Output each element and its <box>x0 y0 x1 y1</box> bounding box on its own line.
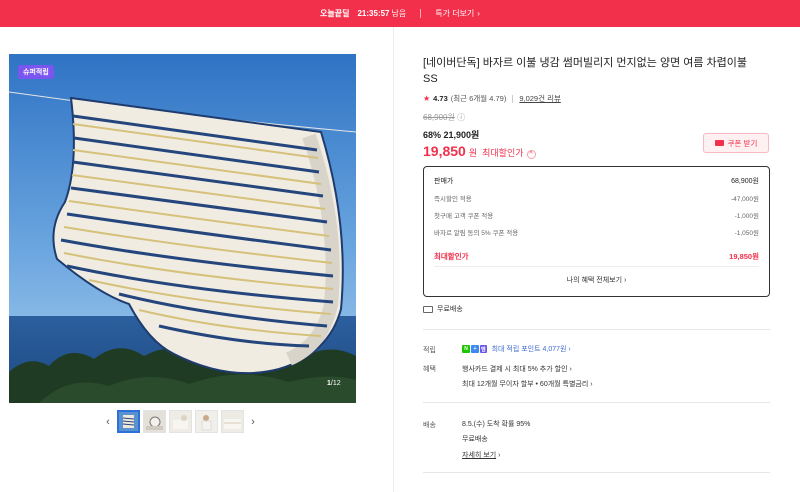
rating-score: 4.73 <box>433 94 448 103</box>
final-price-row[interactable]: 19,850 원 최대할인가 ^ <box>423 143 536 159</box>
price-row-value: -47,000원 <box>730 195 759 203</box>
max-discount-row: 최대할인가 19,850원 <box>434 246 759 266</box>
free-shipping-label: 무료배송 <box>437 306 463 313</box>
points-row[interactable]: N + 멤 최대 적립 포인트 4,077원 › <box>462 344 571 354</box>
card-benefit-link[interactable]: 행사카드 결제 시 최대 5% 추가 할인 › <box>462 364 572 374</box>
delivery-label: 배송 <box>423 422 436 429</box>
price-row-value: -1,000원 <box>734 212 759 220</box>
chevron-right-icon: › <box>590 381 593 388</box>
price-row: 첫구매 고객 쿠폰 적용 -1,000원 <box>434 206 759 223</box>
rating-recent: (최근 6개월 4.79) <box>450 94 507 103</box>
thumbnail-3[interactable] <box>169 410 192 433</box>
product-title: [네이버단독] 바자르 이불 냉감 썸머빌리지 먼지없는 양면 여름 차렵이불 … <box>423 57 748 85</box>
delivery-more-label: 자세히 보기 <box>462 452 497 459</box>
delivery-more-link[interactable]: 자세히 보기 › <box>462 450 500 460</box>
product-info: [네이버단독] 바자르 이불 냉감 썸머빌리지 먼지없는 양면 여름 차렵이불 … <box>423 55 773 104</box>
section-divider <box>423 402 770 403</box>
section-divider <box>423 329 770 330</box>
truck-icon <box>423 305 433 313</box>
column-divider <box>393 27 394 492</box>
max-discount-value: 19,850원 <box>729 251 759 261</box>
thumbnail-2[interactable] <box>143 410 166 433</box>
discount-row: 68% 21,900원 <box>423 128 479 141</box>
original-price-row: 68,900원 ⓘ <box>423 112 465 123</box>
chevron-up-icon[interactable]: ^ <box>526 150 536 159</box>
banner-divider <box>420 9 422 18</box>
final-price-unit: 원 <box>468 148 478 158</box>
ticket-icon <box>714 140 724 146</box>
deal-timer-suffix: 남음 <box>391 9 407 18</box>
points-label: 적립 <box>423 347 436 354</box>
chevron-right-icon[interactable]: › <box>247 416 259 428</box>
image-counter: 1/12 <box>327 380 341 387</box>
image-counter-total: /12 <box>330 380 341 387</box>
benefits-line1: 행사카드 결제 시 최대 5% 추가 할인 <box>462 366 568 373</box>
thumbnail-5[interactable] <box>221 410 244 433</box>
price-row: 바자르 알림 동의 5% 쿠폰 적용 -1,050원 <box>434 223 759 240</box>
original-price: 68,900원 <box>423 113 455 122</box>
chevron-right-icon: › <box>622 276 627 284</box>
price-row-label: 판매가 <box>434 177 454 185</box>
benefits-line2: 최대 12개월 무이자 할부 • 60개월 특별금리 <box>462 381 589 388</box>
deal-more-link[interactable]: 특가 더보기 › <box>435 8 480 19</box>
info-icon[interactable]: ⓘ <box>457 113 465 122</box>
thumbnail-1[interactable] <box>117 410 140 433</box>
final-price: 19,850 <box>423 143 466 159</box>
section-divider <box>423 472 770 473</box>
price-row-label: 첫구매 고객 쿠폰 적용 <box>434 212 494 220</box>
delivery-line1: 8.5.(수) 도착 확률 95% <box>462 421 531 428</box>
delivery-line2: 무료배송 <box>462 436 488 443</box>
price-row: 즉시할인 적용 -47,000원 <box>434 189 759 206</box>
my-benefits-link[interactable]: 나의 혜택 전체보기 › <box>434 267 759 293</box>
price-row-value: -1,050원 <box>734 229 759 237</box>
price-breakdown-box: 판매가 68,900원 즉시할인 적용 -47,000원 첫구매 고객 쿠폰 적… <box>423 166 770 297</box>
final-price-label: 최대할인가 <box>482 148 524 158</box>
review-count-link[interactable]: 9,029건 리뷰 <box>519 93 561 104</box>
price-row-label: 즉시할인 적용 <box>434 195 472 203</box>
my-benefits-label: 나의 혜택 전체보기 <box>566 277 623 284</box>
benefits-label: 혜택 <box>423 366 436 373</box>
sale-price: 21,900원 <box>443 130 480 140</box>
coupon-button[interactable]: 쿠폰 받기 <box>703 133 769 153</box>
price-row-label: 바자르 알림 동의 5% 쿠폰 적용 <box>434 229 519 237</box>
thumbnail-4[interactable] <box>195 410 218 433</box>
chevron-right-icon: › <box>498 452 501 459</box>
free-shipping-row: 무료배송 <box>423 304 463 314</box>
deal-label: 오늘끝딜 <box>320 9 350 18</box>
chevron-right-icon: › <box>568 346 571 353</box>
thumbnail-strip: ‹ › <box>102 410 259 433</box>
max-discount-label: 최대할인가 <box>434 251 469 261</box>
star-icon: ★ <box>423 94 431 103</box>
npay-icon: N + 멤 <box>462 345 487 354</box>
rating-divider <box>512 94 514 103</box>
super-points-badge: 슈퍼적립 <box>18 65 54 79</box>
deal-banner: 오늘끝딜 21:35:57 남음 특가 더보기 › <box>0 0 800 27</box>
price-row: 판매가 68,900원 <box>434 172 759 189</box>
chevron-right-icon: › <box>477 9 480 18</box>
installment-benefit-link[interactable]: 최대 12개월 무이자 할부 • 60개월 특별금리 › <box>462 379 593 389</box>
deal-timer: 21:35:57 <box>357 9 390 18</box>
coupon-label: 쿠폰 받기 <box>727 138 758 148</box>
rating-row: ★ 4.73 (최근 6개월 4.79) 9,029건 리뷰 <box>423 93 773 104</box>
chevron-left-icon[interactable]: ‹ <box>102 416 114 428</box>
deal-more-label: 특가 더보기 <box>435 9 475 18</box>
chevron-right-icon: › <box>569 366 572 373</box>
points-text: 최대 적립 포인트 4,077원 <box>491 346 567 353</box>
product-main-image[interactable] <box>9 54 356 403</box>
price-row-value: 68,900원 <box>731 177 759 185</box>
discount-rate: 68% <box>423 130 442 140</box>
